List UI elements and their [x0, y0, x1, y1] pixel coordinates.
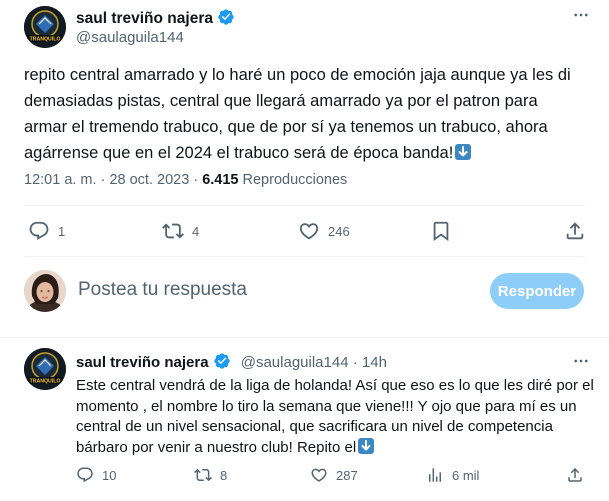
reply-reply-count: 10: [102, 467, 117, 483]
reply-retweet-count: 8: [220, 467, 228, 483]
meta-separator: ·: [100, 172, 106, 188]
retweet-icon: [162, 220, 184, 242]
share-icon: [564, 220, 586, 242]
reply-reply-button[interactable]: 10: [76, 466, 116, 484]
reply-author-avatar[interactable]: TRANQUILO: [24, 348, 66, 390]
avatar-caption: TRANQUILO: [30, 37, 61, 43]
reply-input[interactable]: Postea tu respuesta: [78, 279, 247, 301]
reply-views-count: 6 mil: [452, 467, 480, 483]
reply-icon: [28, 220, 50, 242]
more-options-icon[interactable]: [570, 4, 592, 26]
reply-tweet-text: Este central vendrá de la liga de holand…: [76, 376, 596, 458]
tweet-meta: 12:01 a. m. · 28 oct. 2023 · 6.415 Repro…: [24, 172, 347, 188]
tweet-text-content: repito central amarrado y lo haré un poc…: [24, 66, 571, 162]
author-avatar[interactable]: TRANQUILO: [24, 6, 66, 48]
reply-retweet-button[interactable]: 8: [194, 466, 227, 484]
down-arrow-emoji-icon: [358, 437, 375, 454]
reply-like-count: 287: [336, 467, 358, 483]
tweet-text: repito central amarrado y lo haré un poc…: [24, 62, 584, 166]
like-count: 246: [328, 223, 350, 239]
author-name-text[interactable]: saul treviño najera: [76, 10, 213, 27]
retweet-count: 4: [192, 223, 200, 239]
down-arrow-emoji-icon: [455, 144, 472, 160]
views-count: 6.415: [202, 172, 239, 188]
reply-count: 1: [58, 223, 66, 239]
reply-submit-button[interactable]: Responder: [490, 273, 584, 309]
heart-icon: [298, 220, 320, 242]
verified-badge-icon: [213, 352, 231, 370]
like-button[interactable]: 246: [298, 220, 350, 242]
heart-icon: [310, 466, 328, 484]
bookmark-icon: [430, 220, 452, 242]
share-button[interactable]: [564, 220, 586, 242]
author-handle[interactable]: @saulaguila144: [76, 29, 184, 46]
share-icon: [566, 466, 584, 484]
reply-more-options-icon[interactable]: [570, 350, 592, 372]
reply-text-content: Este central vendrá de la liga de holand…: [76, 377, 594, 456]
divider: [24, 205, 585, 206]
meta-separator: ·: [193, 172, 199, 188]
reply-views-button[interactable]: 6 mil: [426, 466, 479, 484]
reply-like-button[interactable]: 287: [310, 466, 358, 484]
user-avatar[interactable]: [24, 270, 66, 312]
tweet-time[interactable]: 12:01 a. m.: [24, 172, 97, 188]
divider: [0, 337, 609, 338]
views-chart-icon: [426, 466, 444, 484]
avatar-caption: TRANQUILO: [30, 379, 61, 385]
retweet-icon: [194, 466, 212, 484]
divider: [24, 256, 585, 257]
bookmark-button[interactable]: [430, 220, 452, 242]
reply-share-button[interactable]: [566, 466, 584, 484]
reply-author-handle[interactable]: @saulaguila144: [241, 354, 349, 371]
tweet-date[interactable]: 28 oct. 2023: [109, 172, 189, 188]
reply-author-line: saul treviño najera @saulaguila144 · 14h: [76, 352, 387, 371]
reply-button[interactable]: 1: [28, 220, 65, 242]
reply-time[interactable]: 14h: [362, 354, 387, 371]
verified-badge-icon: [217, 8, 235, 26]
reply-icon: [76, 466, 94, 484]
views-label: Reproducciones: [242, 172, 348, 188]
reply-author-name[interactable]: saul treviño najera: [76, 354, 209, 371]
retweet-button[interactable]: 4: [162, 220, 199, 242]
reply-separator: ·: [352, 354, 358, 371]
author-name[interactable]: saul treviño najera: [76, 8, 235, 28]
